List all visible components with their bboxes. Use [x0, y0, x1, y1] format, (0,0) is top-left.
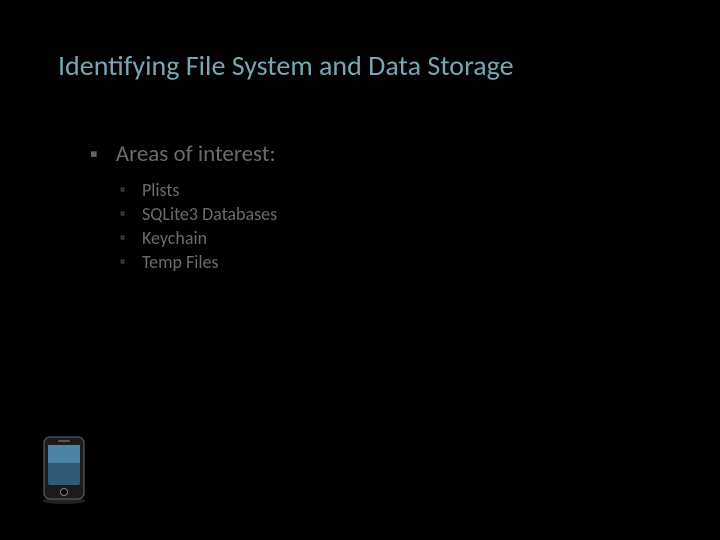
square-bullet-icon: ▪ [90, 140, 98, 168]
sub-bullet-icon: ▫ [120, 178, 132, 202]
list-item: ▫ Keychain [120, 226, 277, 250]
slide: Identifying File System and Data Storage… [0, 0, 720, 540]
content-block: ▪ Areas of interest: ▫ Plists ▫ SQLite3 … [90, 140, 277, 274]
slide-title: Identifying File System and Data Storage [58, 48, 514, 83]
sub-bullet-icon: ▫ [120, 202, 132, 226]
list-item: ▫ Plists [120, 178, 277, 202]
list-item-text: Plists [142, 178, 179, 202]
list-item-text: Temp Files [142, 250, 219, 274]
sub-bullet-icon: ▫ [120, 250, 132, 274]
list-item-text: Keychain [142, 226, 207, 250]
list-item: ▫ SQLite3 Databases [120, 202, 277, 226]
list-item-text: SQLite3 Databases [142, 202, 277, 226]
bullet-area-heading: ▪ Areas of interest: [90, 140, 277, 168]
interest-list: ▫ Plists ▫ SQLite3 Databases ▫ Keychain … [120, 178, 277, 274]
list-item: ▫ Temp Files [120, 250, 277, 274]
area-heading-text: Areas of interest: [116, 140, 276, 168]
smartphone-icon [38, 435, 90, 510]
sub-bullet-icon: ▫ [120, 226, 132, 250]
